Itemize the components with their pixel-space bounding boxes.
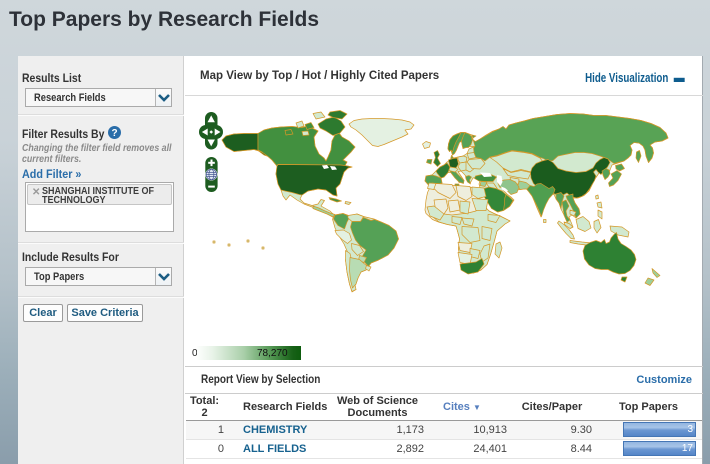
svg-text:?: ? — [111, 128, 117, 139]
